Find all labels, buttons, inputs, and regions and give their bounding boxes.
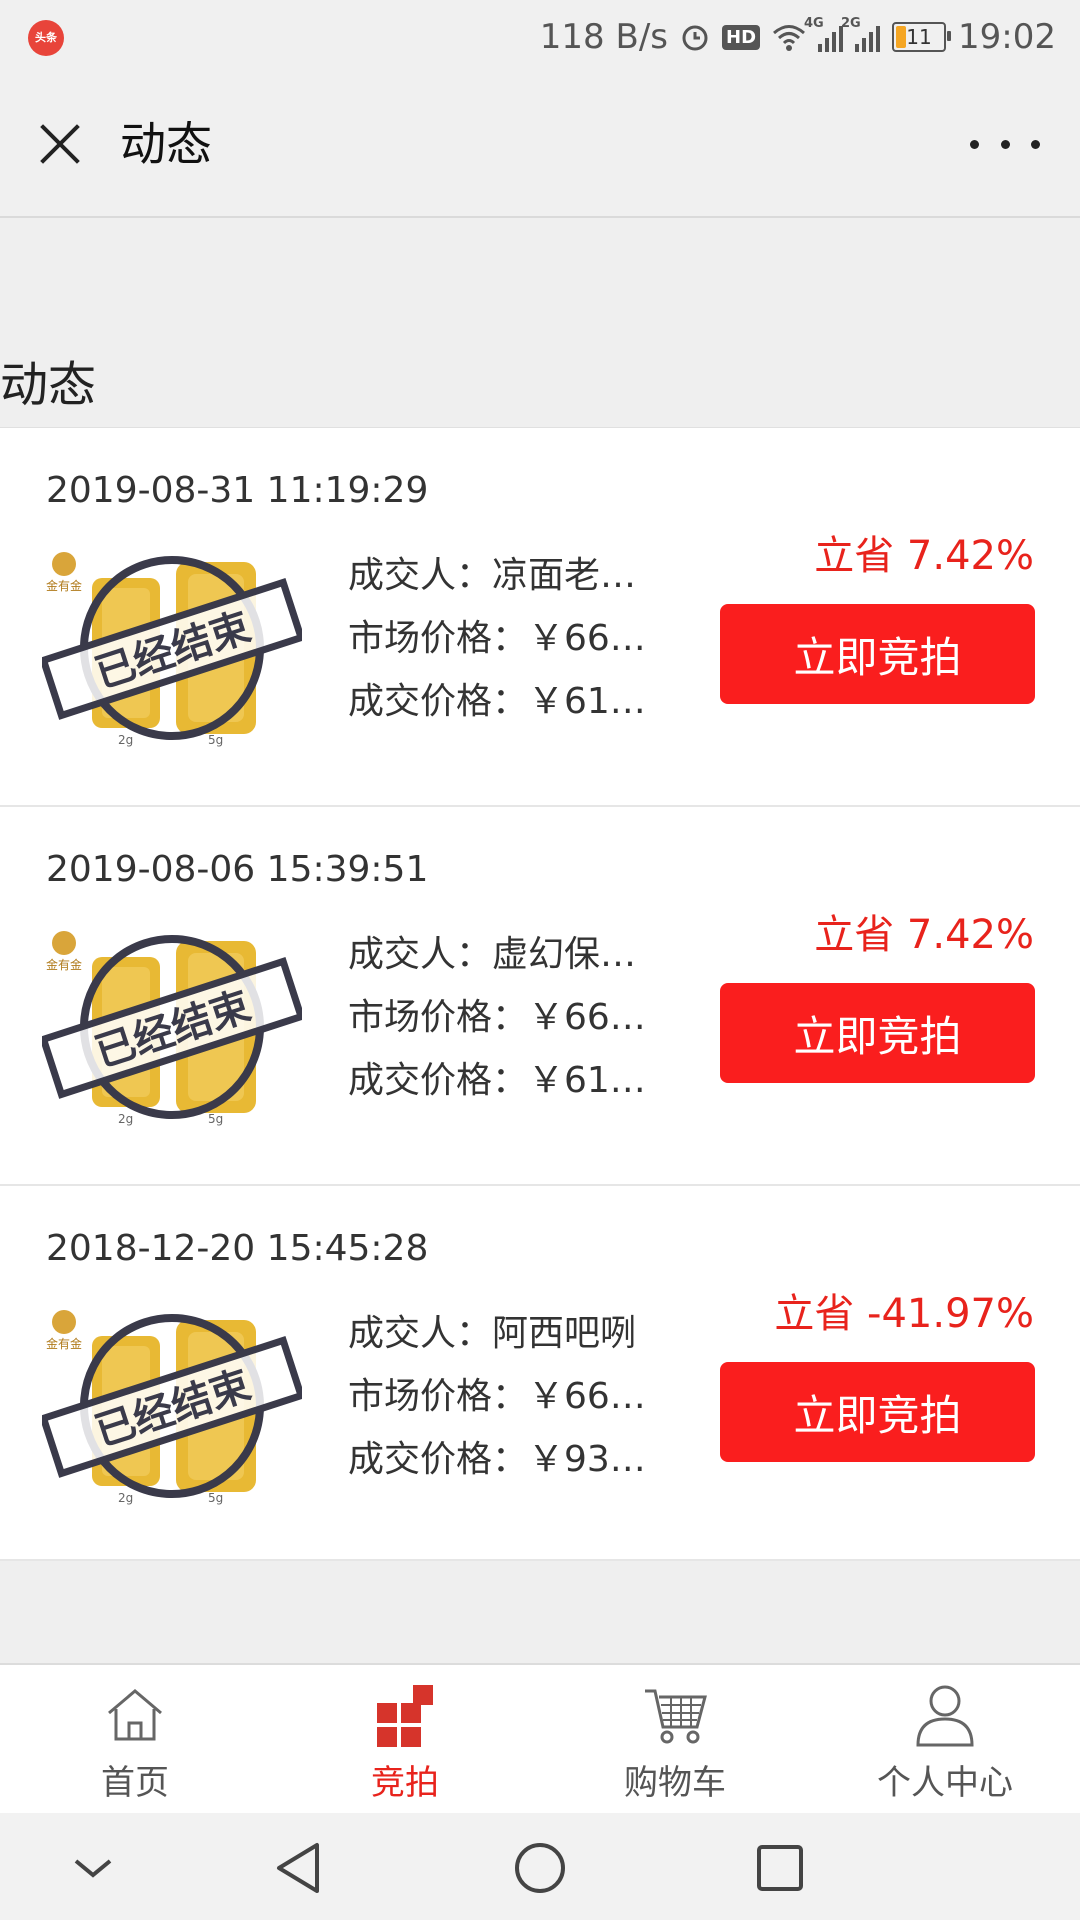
signal-2g-icon: 2G bbox=[841, 16, 881, 52]
tab-auction[interactable]: 竞拍 bbox=[270, 1665, 540, 1815]
bid-now-button[interactable]: 立即竞拍 bbox=[720, 983, 1035, 1083]
status-bar: 头条 118 B/s HD 4G 2G 11 19:02 bbox=[0, 0, 1080, 74]
brand-logo-icon bbox=[52, 552, 76, 576]
record-info: 成交人：阿西吧咧 市场价格：￥66… 成交价格：￥93… bbox=[348, 1302, 658, 1491]
ended-stamp: 已经结束 bbox=[39, 935, 306, 1119]
market-price-text: 市场价格：￥66… bbox=[348, 1376, 646, 1417]
hd-badge: HD bbox=[722, 24, 761, 50]
title-bar: 动态 bbox=[0, 74, 1080, 218]
brand-text: 金有金 bbox=[46, 1336, 82, 1351]
signal-4g-icon: 4G bbox=[804, 16, 844, 52]
weight-label: 5g bbox=[208, 733, 223, 747]
product-image: 金有金 2g 5g已经结束 bbox=[39, 552, 306, 747]
market-price-text: 市场价格：￥66… bbox=[348, 997, 646, 1038]
brand-logo-icon bbox=[52, 1310, 76, 1334]
buyer-text: 成交人：阿西吧咧 bbox=[348, 1313, 637, 1354]
buyer-text: 成交人：凉面老… bbox=[348, 555, 637, 596]
savings-text: 立省 7.42% bbox=[814, 912, 1034, 958]
record-time: 2019-08-31 11:19:29 bbox=[46, 470, 429, 511]
clock: 19:02 bbox=[958, 17, 1056, 57]
product-thumbnail[interactable]: 金有金 2g 5g 已经结束 bbox=[39, 548, 306, 748]
bid-now-button[interactable]: 立即竞拍 bbox=[720, 1362, 1035, 1462]
tab-label: 首页 bbox=[101, 1763, 169, 1803]
weight-label: 5g bbox=[208, 1112, 223, 1126]
network-speed: 118 B/s bbox=[539, 17, 668, 57]
record-time: 2019-08-06 15:39:51 bbox=[46, 849, 429, 890]
tab-profile[interactable]: 个人中心 bbox=[810, 1665, 1080, 1815]
brand-text: 金有金 bbox=[46, 578, 82, 593]
record-info: 成交人：凉面老… 市场价格：￥66… 成交价格：￥61… bbox=[348, 544, 658, 733]
tab-home[interactable]: 首页 bbox=[0, 1665, 270, 1815]
page-title: 动态 bbox=[120, 117, 212, 171]
ended-stamp: 已经结束 bbox=[39, 1314, 306, 1498]
user-icon bbox=[916, 1685, 974, 1747]
auction-record-list: 2019-08-31 11:19:29 金有金 2g 5g 已经结束 成交人：凉面老…… bbox=[0, 427, 1080, 1561]
bid-now-button[interactable]: 立即竞拍 bbox=[720, 604, 1035, 704]
chevron-down-icon[interactable] bbox=[58, 1833, 128, 1903]
deal-price-text: 成交价格：￥93… bbox=[348, 1439, 646, 1480]
product-thumbnail[interactable]: 金有金 2g 5g 已经结束 bbox=[39, 1306, 306, 1506]
grid-icon bbox=[377, 1685, 433, 1747]
recent-apps-icon[interactable] bbox=[745, 1833, 815, 1903]
tab-label: 购物车 bbox=[624, 1763, 726, 1803]
brand-logo-icon bbox=[52, 931, 76, 955]
weight-label: 2g bbox=[118, 1491, 133, 1505]
savings-text: 立省 7.42% bbox=[814, 533, 1034, 579]
home-icon bbox=[108, 1689, 162, 1741]
system-nav-bar bbox=[0, 1813, 1080, 1920]
deal-price-text: 成交价格：￥61… bbox=[348, 681, 646, 722]
list-item: 2019-08-31 11:19:29 金有金 2g 5g 已经结束 成交人：凉面老…… bbox=[0, 428, 1080, 807]
close-icon[interactable] bbox=[30, 114, 90, 174]
product-image: 金有金 2g 5g已经结束 bbox=[39, 931, 306, 1126]
home-circle-icon[interactable] bbox=[505, 1833, 575, 1903]
weight-label: 2g bbox=[118, 1112, 133, 1126]
product-thumbnail[interactable]: 金有金 2g 5g 已经结束 bbox=[39, 927, 306, 1127]
more-options-icon[interactable] bbox=[970, 124, 1040, 164]
tab-cart[interactable]: 购物车 bbox=[540, 1665, 810, 1815]
tab-label: 竞拍 bbox=[371, 1763, 439, 1803]
savings-text: 立省 -41.97% bbox=[774, 1291, 1034, 1337]
list-item: 2019-08-06 15:39:51 金有金 2g 5g 已经结束 成交人：虚幻保…… bbox=[0, 807, 1080, 1186]
cart-icon bbox=[645, 1689, 707, 1744]
status-indicators: 118 B/s HD 4G 2G 11 19:02 bbox=[540, 14, 1056, 60]
product-image: 金有金 2g 5g已经结束 bbox=[39, 1310, 306, 1505]
weight-label: 5g bbox=[208, 1491, 223, 1505]
wifi-icon bbox=[773, 25, 805, 51]
bottom-tab-bar: 首页 竞拍 购物车 个人中心 bbox=[0, 1663, 1080, 1815]
weight-label: 2g bbox=[118, 733, 133, 747]
brand-text: 金有金 bbox=[46, 957, 82, 972]
ended-stamp: 已经结束 bbox=[39, 556, 306, 740]
buyer-text: 成交人：虚幻保… bbox=[348, 934, 637, 975]
battery-icon: 11 bbox=[892, 22, 952, 52]
record-info: 成交人：虚幻保… 市场价格：￥66… 成交价格：￥61… bbox=[348, 923, 658, 1112]
alarm-icon bbox=[682, 25, 708, 51]
market-price-text: 市场价格：￥66… bbox=[348, 618, 646, 659]
list-item: 2018-12-20 15:45:28 金有金 2g 5g 已经结束 成交人：阿西吧咧… bbox=[0, 1186, 1080, 1561]
deal-price-text: 成交价格：￥61… bbox=[348, 1060, 646, 1101]
record-time: 2018-12-20 15:45:28 bbox=[46, 1228, 429, 1269]
back-icon[interactable] bbox=[265, 1833, 335, 1903]
tab-label: 个人中心 bbox=[877, 1763, 1013, 1803]
section-heading: 动态 bbox=[0, 357, 97, 413]
app-notification-icon: 头条 bbox=[28, 20, 64, 56]
